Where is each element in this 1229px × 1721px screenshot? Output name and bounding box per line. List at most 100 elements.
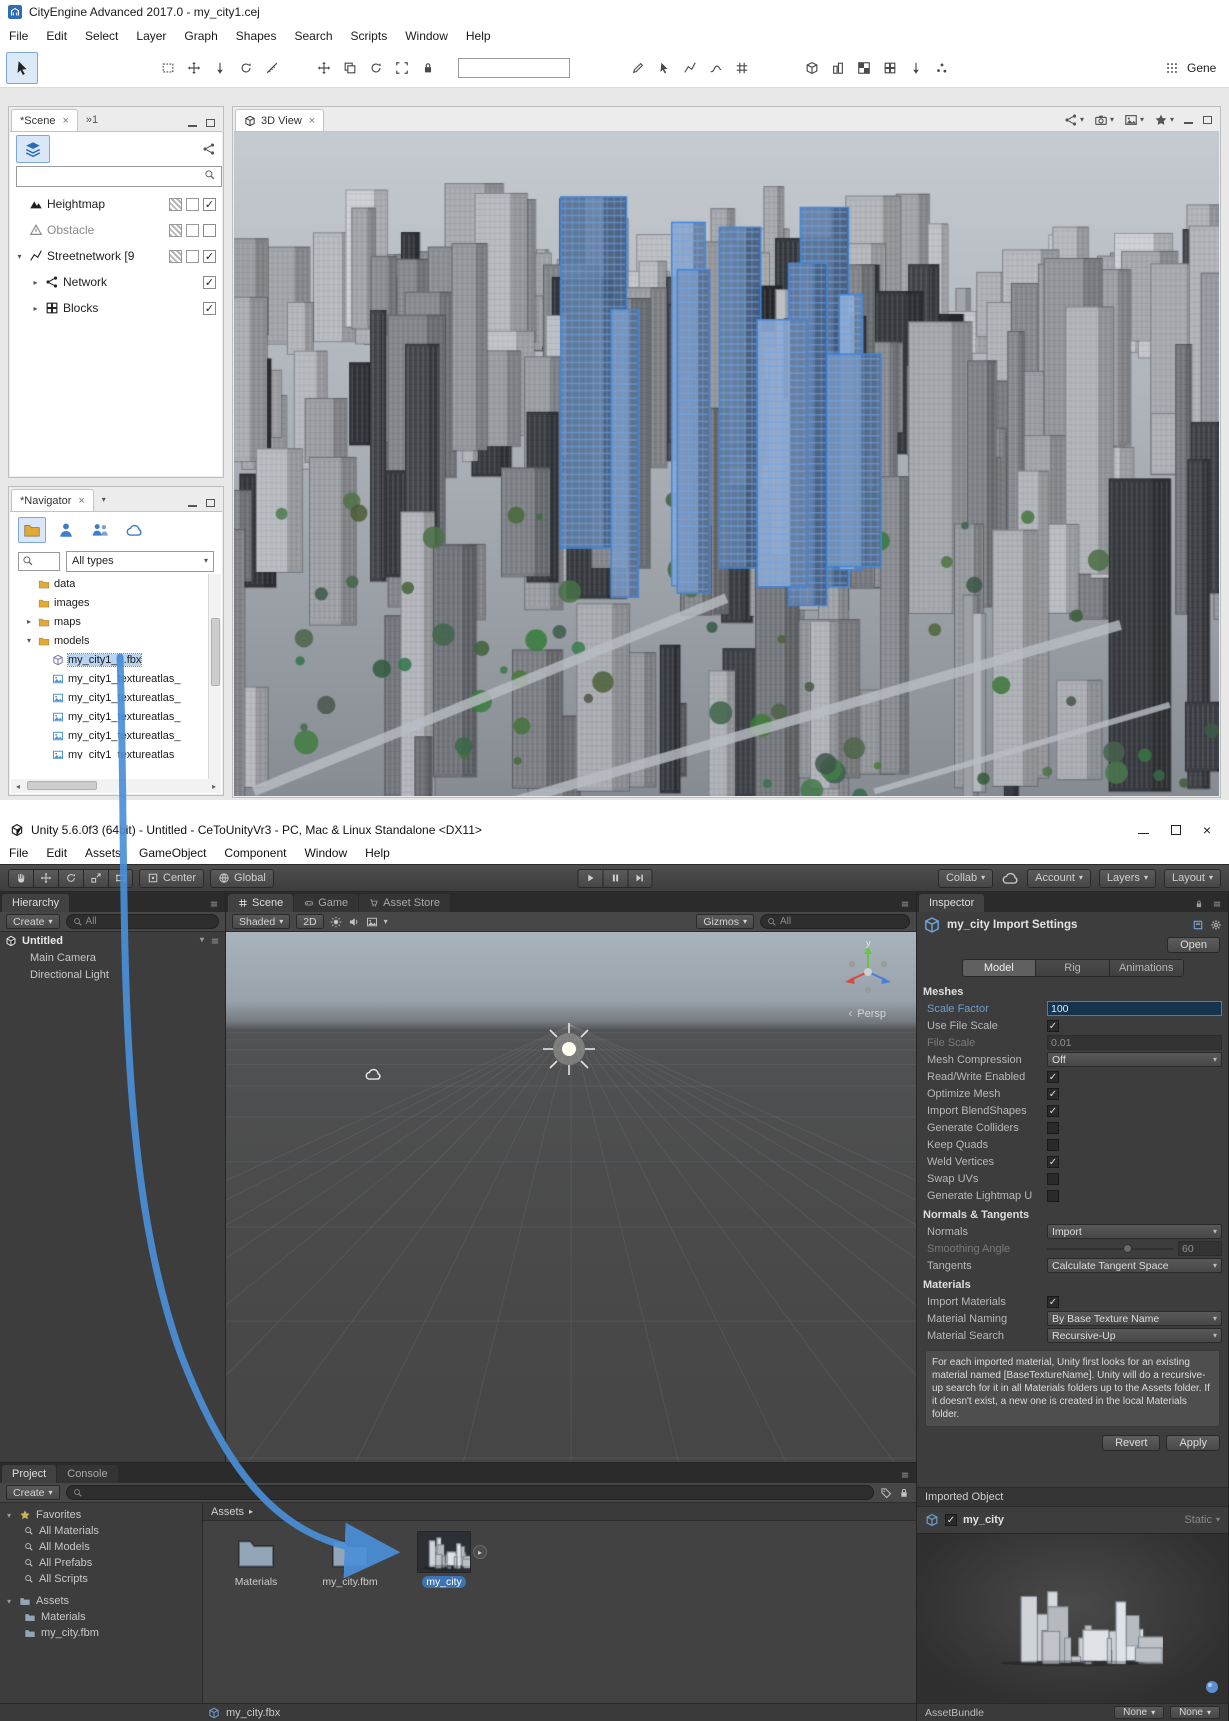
tab-navigator[interactable]: *Navigator ×: [11, 489, 94, 511]
favorite-all-models[interactable]: All Models: [0, 1539, 202, 1555]
static-dropdown[interactable]: Static ▾: [1184, 1514, 1220, 1526]
assetbundle-dropdown[interactable]: None ▾: [1114, 1706, 1165, 1719]
use-file-scale-checkbox[interactable]: ✓: [1047, 1019, 1059, 1032]
generate-colliders-checkbox[interactable]: [1047, 1121, 1059, 1134]
file-scale-field[interactable]: [1047, 1035, 1222, 1050]
layer-visibility-checkbox[interactable]: ✓: [203, 301, 216, 315]
rotate-tool-button[interactable]: [58, 868, 83, 888]
navigator-hscrollbar[interactable]: ◂ ▸: [11, 779, 221, 793]
pivot-global-button[interactable]: Global: [210, 868, 274, 888]
type-filter-select[interactable]: All types ▾: [66, 550, 214, 572]
minimize-icon[interactable]: [188, 120, 197, 127]
scrollbar-thumb[interactable]: [27, 781, 97, 790]
close-icon[interactable]: ×: [62, 115, 68, 127]
3d-viewport[interactable]: [234, 131, 1219, 796]
select-cursor-button[interactable]: [652, 56, 676, 80]
generate-model-button[interactable]: [800, 56, 824, 80]
navigator-scrollbar[interactable]: [208, 574, 221, 784]
hand-tool-button[interactable]: [8, 868, 33, 888]
move-tool-button[interactable]: [33, 868, 58, 888]
menu-gameobject[interactable]: GameObject: [130, 844, 215, 862]
weld-vertices-checkbox[interactable]: ✓: [1047, 1155, 1059, 1168]
gizmos-dropdown[interactable]: Gizmos ▾: [696, 914, 754, 929]
layer-row-streetnetwork-9[interactable]: ▾ Streetnetwork [9 ✓: [10, 243, 222, 269]
minimize-icon[interactable]: [1184, 117, 1193, 124]
building-tool-button[interactable]: [826, 56, 850, 80]
tree-item-maps[interactable]: ▸ maps: [10, 612, 222, 631]
minimize-icon[interactable]: [188, 500, 197, 507]
menu-edit[interactable]: Edit: [37, 26, 76, 46]
draw-street-button[interactable]: [626, 56, 650, 80]
maximize-icon[interactable]: [1170, 825, 1181, 835]
close-icon[interactable]: ×: [309, 115, 315, 127]
expand-subassets-icon[interactable]: ▸: [473, 1545, 487, 1559]
swap-uvs-checkbox[interactable]: [1047, 1172, 1059, 1185]
maximize-icon[interactable]: [206, 119, 215, 127]
lighting-toggle-icon[interactable]: [330, 916, 342, 928]
tangents-dropdown[interactable]: Calculate Tangent Space ▾: [1047, 1258, 1222, 1273]
grid-street-button[interactable]: [730, 56, 754, 80]
move-tool-button[interactable]: [182, 56, 206, 80]
snapshot-button[interactable]: ▾: [1094, 113, 1114, 127]
tab-list-icon[interactable]: ▾: [94, 489, 114, 511]
layer-row-blocks[interactable]: ▸ Blocks ✓: [10, 295, 222, 321]
menu-help[interactable]: Help: [457, 26, 500, 46]
layer-row-network[interactable]: ▸ Network ✓: [10, 269, 222, 295]
project-create-button[interactable]: Create ▾: [6, 1485, 60, 1500]
layer-color-swatch[interactable]: [186, 197, 199, 211]
edit-street-button[interactable]: [678, 56, 702, 80]
cloud-services-icon[interactable]: [1001, 869, 1019, 887]
layer-row-heightmap[interactable]: Heightmap ✓: [10, 191, 222, 217]
hierarchy-create-button[interactable]: Create ▾: [6, 914, 60, 929]
optimize-mesh-checkbox[interactable]: ✓: [1047, 1087, 1059, 1100]
layer-pattern-swatch[interactable]: [169, 223, 182, 237]
open-button[interactable]: Open: [1167, 937, 1220, 953]
asset-folder-my-city-fbm[interactable]: my_city.fbm: [0, 1625, 202, 1641]
import-materials-checkbox[interactable]: ✓: [1047, 1295, 1059, 1308]
project-search-input[interactable]: [65, 1485, 874, 1500]
menu-assets[interactable]: Assets: [76, 844, 130, 862]
play-button[interactable]: [577, 868, 602, 888]
pivot-center-button[interactable]: Center: [139, 868, 205, 888]
favorite-all-scripts[interactable]: All Scripts: [0, 1571, 202, 1587]
import-blendshapes-checkbox[interactable]: ✓: [1047, 1104, 1059, 1117]
material-naming-dropdown[interactable]: By Base Texture Name ▾: [1047, 1311, 1222, 1326]
generate-lightmap-u-checkbox[interactable]: [1047, 1189, 1059, 1202]
gear-icon[interactable]: [1210, 919, 1222, 931]
workspace-folder-button[interactable]: [18, 517, 46, 543]
menu-layer[interactable]: Layer: [127, 26, 175, 46]
scatter-tool-button[interactable]: [930, 56, 954, 80]
rotate-tool-button[interactable]: [234, 56, 258, 80]
align-tool-button[interactable]: [904, 56, 928, 80]
users-button[interactable]: [86, 517, 114, 543]
toolbar-text-input[interactable]: [458, 57, 570, 78]
scene-viewport[interactable]: y ‹ Persp: [226, 932, 916, 1462]
menu-select[interactable]: Select: [76, 26, 127, 46]
asset-tile-my-city-fbm[interactable]: my_city.fbm: [313, 1531, 387, 1588]
asset-folder-materials[interactable]: Materials: [0, 1609, 202, 1625]
expander-icon[interactable]: ▸: [30, 304, 41, 313]
menu-window[interactable]: Window: [295, 844, 356, 862]
panel-menu-icon[interactable]: [209, 899, 219, 909]
help-icon[interactable]: [1192, 919, 1204, 931]
layers-button[interactable]: Layers ▾: [1098, 868, 1156, 888]
menu-window[interactable]: Window: [396, 26, 457, 46]
asset-tile-my-city[interactable]: ▸ my_city: [407, 1531, 487, 1588]
object-active-checkbox[interactable]: ✓: [945, 1514, 957, 1526]
menu-scripts[interactable]: Scripts: [342, 26, 397, 46]
revert-button[interactable]: Revert: [1102, 1435, 1161, 1451]
layer-row-obstacle[interactable]: Obstacle: [10, 217, 222, 243]
shaded-dropdown[interactable]: Shaded ▾: [232, 914, 291, 929]
tree-item-my-city1-textureatlas[interactable]: my_city1_textureatlas_: [10, 688, 222, 707]
layer-visibility-checkbox[interactable]: ✓: [203, 249, 216, 263]
3d-city-render[interactable]: [234, 132, 1219, 796]
material-search-dropdown[interactable]: Recursive-Up ▾: [1047, 1328, 1222, 1343]
frame-selection-button[interactable]: [390, 56, 414, 80]
layer-visibility-checkbox[interactable]: [203, 223, 216, 237]
asset-preview[interactable]: [917, 1533, 1228, 1703]
assets-root[interactable]: ▾ Assets: [0, 1593, 202, 1609]
tab-overflow[interactable]: »1: [78, 109, 106, 131]
normals-dropdown[interactable]: Import ▾: [1047, 1224, 1222, 1239]
menu-component[interactable]: Component: [215, 844, 295, 862]
orientation-gizmo[interactable]: y: [836, 938, 900, 1002]
